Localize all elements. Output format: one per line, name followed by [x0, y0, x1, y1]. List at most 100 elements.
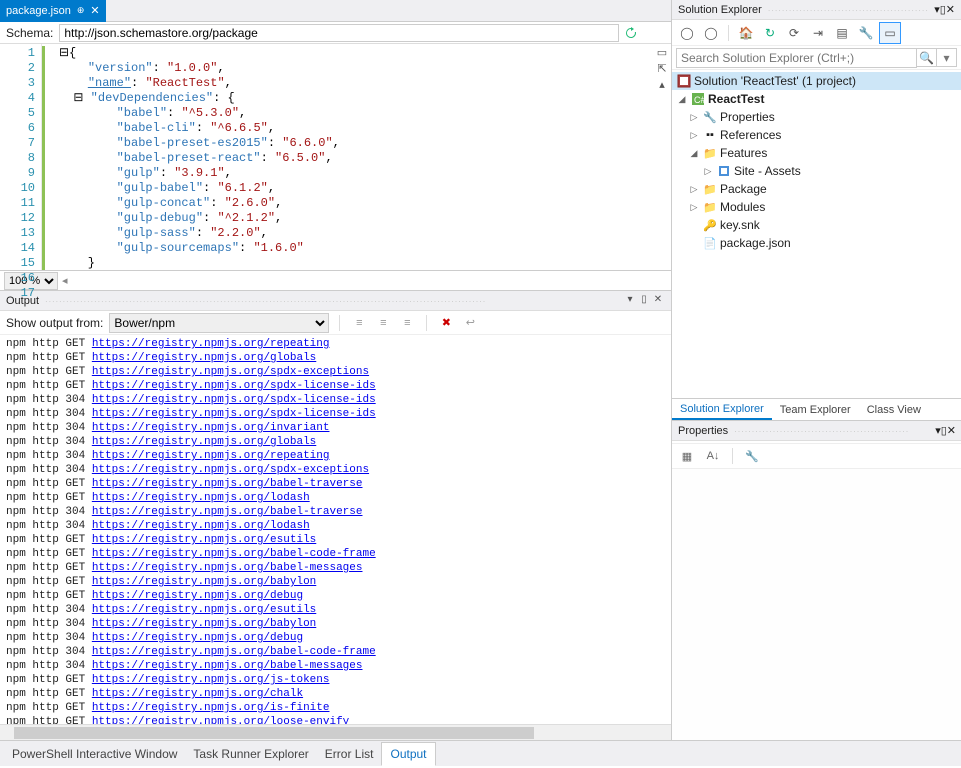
output-link[interactable]: https://registry.npmjs.org/babel-message… [92, 660, 363, 672]
property-pages-icon[interactable]: 🔧 [741, 445, 763, 467]
modules-node[interactable]: ▷ 📁 Modules [672, 198, 961, 216]
tab-package-json[interactable]: package.json ⊕ ✕ [0, 0, 106, 22]
output-link[interactable]: https://registry.npmjs.org/babel-code-fr… [92, 646, 376, 658]
output-link[interactable]: https://registry.npmjs.org/spdx-license-… [92, 380, 376, 392]
preview-icon[interactable]: ▭ [879, 22, 901, 44]
output-link[interactable]: https://registry.npmjs.org/babel-message… [92, 562, 363, 574]
back-icon[interactable]: ◯ [676, 22, 698, 44]
output-link[interactable]: https://registry.npmjs.org/spdx-exceptio… [92, 464, 369, 476]
output-source-label: Show output from: [6, 316, 103, 330]
bottom-tab-output[interactable]: Output [381, 742, 435, 766]
solution-root[interactable]: Solution 'ReactTest' (1 project) [672, 72, 961, 90]
home-icon[interactable]: 🏠 [735, 22, 757, 44]
sol-tab-class-view[interactable]: Class View [859, 401, 929, 419]
output-link[interactable]: https://registry.npmjs.org/babel-travers… [92, 506, 363, 518]
output-link[interactable]: https://registry.npmjs.org/js-tokens [92, 674, 330, 686]
output-hscroll[interactable] [0, 724, 671, 740]
output-source-select[interactable]: Bower/npm [109, 313, 329, 333]
chevron-down-icon[interactable]: ◢ [688, 148, 700, 159]
show-all-icon[interactable]: ▤ [831, 22, 853, 44]
site-assets-node[interactable]: ▷ Site - Assets [672, 162, 961, 180]
output-line: npm http 304 https://registry.npmjs.org/… [6, 505, 665, 519]
chevron-left-icon[interactable]: ◂ [62, 274, 68, 287]
solution-tree[interactable]: Solution 'ReactTest' (1 project) ◢ C# Re… [672, 70, 961, 398]
close-panel-icon[interactable]: ✕ [651, 294, 665, 308]
output-link[interactable]: https://registry.npmjs.org/babel-travers… [92, 478, 363, 490]
output-line: npm http GET https://registry.npmjs.org/… [6, 589, 665, 603]
packagejson-node[interactable]: 📄 package.json [672, 234, 961, 252]
chevron-right-icon[interactable]: ▷ [688, 112, 700, 123]
output-link[interactable]: https://registry.npmjs.org/is-finite [92, 702, 330, 714]
collapse-icon[interactable]: ⇥ [807, 22, 829, 44]
properties-node[interactable]: ▷ 🔧 Properties [672, 108, 961, 126]
refresh-icon[interactable]: ⟳ [783, 22, 805, 44]
solution-search-input[interactable] [676, 48, 917, 68]
alphabetical-icon[interactable]: A↓ [702, 445, 724, 467]
wrap-icon[interactable]: ↩ [461, 314, 479, 332]
close-panel-icon[interactable]: ✕ [947, 424, 956, 437]
expand-icon[interactable]: ⇱ [655, 62, 669, 76]
forward-icon[interactable]: ◯ [700, 22, 722, 44]
output-line: npm http GET https://registry.npmjs.org/… [6, 547, 665, 561]
output-body[interactable]: npm http GET https://registry.npmjs.org/… [0, 335, 671, 724]
output-link[interactable]: https://registry.npmjs.org/babylon [92, 576, 316, 588]
categorized-icon[interactable]: ▦ [676, 445, 698, 467]
properties-icon[interactable]: 🔧 [855, 22, 877, 44]
output-link[interactable]: https://registry.npmjs.org/babylon [92, 618, 316, 630]
features-node[interactable]: ◢ 📁 Features [672, 144, 961, 162]
references-icon: ▪▪ [702, 127, 718, 143]
output-link[interactable]: https://registry.npmjs.org/spdx-license-… [92, 394, 376, 406]
bottom-tab-task-runner-explorer[interactable]: Task Runner Explorer [185, 743, 316, 765]
pin-icon[interactable]: ⊕ [77, 5, 85, 16]
chevron-right-icon[interactable]: ▷ [702, 166, 714, 177]
output-link[interactable]: https://registry.npmjs.org/spdx-license-… [92, 408, 376, 420]
output-link[interactable]: https://registry.npmjs.org/spdx-exceptio… [92, 366, 369, 378]
output-link[interactable]: https://registry.npmjs.org/repeating [92, 338, 330, 350]
close-panel-icon[interactable]: ✕ [946, 3, 955, 16]
split-horizontal-icon[interactable]: ▭ [655, 46, 669, 60]
output-link[interactable]: https://registry.npmjs.org/lodash [92, 520, 310, 532]
pin-panel-icon[interactable]: ▯ [637, 294, 651, 308]
output-link[interactable]: https://registry.npmjs.org/babel-code-fr… [92, 548, 376, 560]
search-icon[interactable]: 🔍 [917, 48, 937, 67]
sol-tab-solution-explorer[interactable]: Solution Explorer [672, 400, 772, 420]
search-dropdown-icon[interactable]: ▾ [937, 48, 957, 67]
indent-right-icon[interactable]: ≡ [374, 314, 392, 332]
output-link[interactable]: https://registry.npmjs.org/esutils [92, 534, 316, 546]
references-node[interactable]: ▷ ▪▪ References [672, 126, 961, 144]
close-icon[interactable]: ✕ [90, 4, 99, 17]
output-link[interactable]: https://registry.npmjs.org/esutils [92, 604, 316, 616]
bottom-tab-error-list[interactable]: Error List [317, 743, 382, 765]
bottom-tab-powershell-interactive-window[interactable]: PowerShell Interactive Window [4, 743, 185, 765]
chevron-down-icon[interactable]: ◢ [676, 94, 688, 105]
clear-icon[interactable]: ✖ [437, 314, 455, 332]
chevron-right-icon[interactable]: ▷ [688, 130, 700, 141]
output-link[interactable]: https://registry.npmjs.org/globals [92, 436, 316, 448]
output-line: npm http GET https://registry.npmjs.org/… [6, 491, 665, 505]
chevron-right-icon[interactable]: ▷ [688, 202, 700, 213]
schema-reload-icon[interactable] [625, 27, 637, 39]
sync-icon[interactable]: ↻ [759, 22, 781, 44]
output-link[interactable]: https://registry.npmjs.org/repeating [92, 450, 330, 462]
dropdown-icon[interactable]: ▾ [623, 294, 637, 308]
indent-icon[interactable]: ≡ [398, 314, 416, 332]
output-link[interactable]: https://registry.npmjs.org/lodash [92, 492, 310, 504]
output-line: npm http GET https://registry.npmjs.org/… [6, 351, 665, 365]
key-node[interactable]: 🔑 key.snk [672, 216, 961, 234]
package-node[interactable]: ▷ 📁 Package [672, 180, 961, 198]
output-link[interactable]: https://registry.npmjs.org/globals [92, 352, 316, 364]
sol-tab-team-explorer[interactable]: Team Explorer [772, 401, 859, 419]
output-link[interactable]: https://registry.npmjs.org/chalk [92, 688, 303, 700]
project-node[interactable]: ◢ C# ReactTest [672, 90, 961, 108]
indent-left-icon[interactable]: ≡ [350, 314, 368, 332]
code-body[interactable]: ⊟{ "version": "1.0.0", "name": "ReactTes… [42, 44, 671, 270]
output-link[interactable]: https://registry.npmjs.org/loose-envify [92, 716, 349, 724]
caret-up-icon[interactable]: ▴ [655, 78, 669, 92]
code-editor[interactable]: 1234567891011121314151617 ⊟{ "version": … [0, 44, 671, 270]
output-line: npm http GET https://registry.npmjs.org/… [6, 715, 665, 724]
output-link[interactable]: https://registry.npmjs.org/invariant [92, 422, 330, 434]
chevron-right-icon[interactable]: ▷ [688, 184, 700, 195]
output-link[interactable]: https://registry.npmjs.org/debug [92, 590, 303, 602]
schema-input[interactable] [59, 24, 619, 42]
output-link[interactable]: https://registry.npmjs.org/debug [92, 632, 303, 644]
